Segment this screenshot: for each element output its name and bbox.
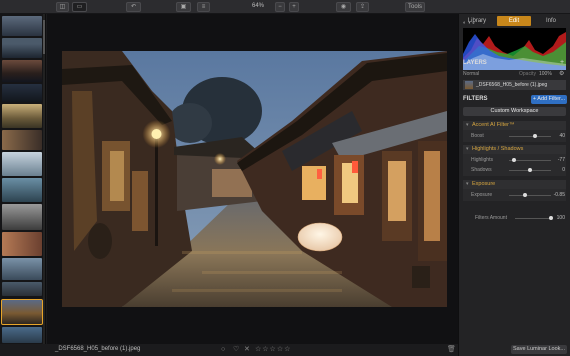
app-window: ◫ ▭ ↶ ▣ ≡ 64% − + ◉ ⇪ Tools _DSF6568_H05…: [0, 0, 570, 356]
slider-label: Exposure: [471, 192, 493, 198]
trash-icon[interactable]: 🗑: [447, 346, 456, 354]
thumbnail-selected[interactable]: [1, 299, 43, 325]
compare-button[interactable]: ◫: [56, 2, 69, 12]
collapse-icon: ▾: [466, 122, 469, 128]
single-view-button[interactable]: ▭: [72, 2, 87, 12]
zoom-value[interactable]: 64%: [252, 3, 264, 9]
slider-filters-amount[interactable]: Filters Amount 100: [475, 214, 565, 222]
filters-title[interactable]: FILTERS: [463, 96, 488, 102]
slider-value[interactable]: 40: [559, 133, 565, 139]
slider-boost[interactable]: Boost 40: [471, 132, 565, 140]
filter-header-accent-ai[interactable]: ▾ Accent AI Filter™: [463, 121, 566, 130]
top-toolbar: ◫ ▭ ↶ ▣ ≡ 64% − + ◉ ⇪ Tools: [0, 0, 570, 14]
workspace-dropdown[interactable]: Custom Workspace: [463, 107, 566, 116]
collapse-icon: ▾: [466, 181, 469, 187]
layer-settings-icon[interactable]: ⚙: [559, 70, 564, 77]
slider-label: Highlights: [471, 157, 493, 163]
eye-icon[interactable]: ◉: [336, 2, 351, 12]
filmstrip-scrollbar[interactable]: [43, 14, 45, 344]
layer-row[interactable]: _DSF6568_H05_before (1).jpeg: [463, 80, 566, 90]
collapse-icon: ▾: [466, 146, 469, 152]
thumbnail[interactable]: [2, 152, 42, 176]
tools-dropdown[interactable]: Tools: [405, 2, 425, 12]
slider-value[interactable]: 100: [557, 215, 565, 221]
thumbnail[interactable]: [2, 178, 42, 202]
filter-name: Accent AI Filter™: [472, 122, 515, 128]
tab-edit[interactable]: Edit: [497, 16, 531, 26]
layer-thumbnail: [465, 81, 473, 89]
slider-knob[interactable]: [533, 134, 538, 138]
thumbnail[interactable]: [2, 84, 42, 102]
slider-exposure[interactable]: Exposure -0.85: [471, 191, 565, 199]
slider-track[interactable]: [509, 136, 551, 137]
thumbnail[interactable]: [2, 204, 42, 230]
bottom-bar: _DSF6568_H05_before (1).jpeg ○ ♡ ✕ ☆☆☆☆☆…: [47, 344, 458, 356]
thumbnail[interactable]: [2, 282, 42, 296]
slider-label: Filters Amount: [475, 215, 507, 221]
slider-knob[interactable]: [512, 158, 517, 162]
thumbnail[interactable]: [2, 327, 42, 343]
filter-header-highlights-shadows[interactable]: ▾ Highlights / Shadows: [463, 145, 566, 154]
thumbnail[interactable]: [2, 60, 42, 82]
layer-name: _DSF6568_H05_before (1).jpeg: [476, 82, 548, 88]
slider-track[interactable]: [515, 218, 551, 219]
filter-name: Exposure: [472, 181, 496, 187]
file-name: _DSF6568_H05_before (1).jpeg: [55, 346, 141, 352]
slider-knob[interactable]: [522, 193, 527, 197]
thumbnail[interactable]: [2, 104, 42, 128]
slider-knob[interactable]: [549, 216, 553, 220]
layers-title[interactable]: LAYERS: [463, 60, 487, 66]
slider-label: Shadows: [471, 167, 492, 173]
scrollbar-thumb[interactable]: [43, 20, 45, 54]
opacity-label: Opacity: [519, 71, 536, 77]
flag-icon[interactable]: ✕: [244, 346, 250, 354]
crop-view-button[interactable]: ▣: [176, 2, 191, 12]
slider-value[interactable]: -77: [558, 157, 565, 163]
main-photo[interactable]: [62, 51, 447, 307]
heart-icon[interactable]: ♡: [233, 346, 239, 354]
export-icon[interactable]: ⇪: [356, 2, 369, 12]
thumbnail[interactable]: [2, 130, 42, 150]
thumbnail[interactable]: [2, 38, 42, 58]
opacity-value[interactable]: 100%: [539, 71, 552, 77]
thumbnail[interactable]: [2, 258, 42, 280]
filter-header-exposure[interactable]: ▾ Exposure: [463, 180, 566, 189]
slider-highlights[interactable]: Highlights -77: [471, 156, 565, 164]
tab-info[interactable]: Info: [533, 16, 569, 26]
slider-label: Boost: [471, 133, 484, 139]
image-canvas[interactable]: [47, 14, 458, 344]
slider-value[interactable]: 0: [562, 167, 565, 173]
zoom-out-button[interactable]: −: [275, 2, 285, 12]
history-button[interactable]: ↶: [126, 2, 141, 12]
slider-knob[interactable]: [528, 168, 532, 172]
split-view-button[interactable]: ≡: [197, 2, 210, 12]
save-look-button[interactable]: Save Luminar Look...: [511, 345, 567, 354]
filter-name: Highlights / Shadows: [472, 146, 524, 152]
thumbnail[interactable]: [2, 16, 42, 36]
rating-stars[interactable]: ☆☆☆☆☆: [255, 346, 291, 354]
edit-panel: Library Edit Info ◐ ◑ ◒ LAYERS + Normal …: [458, 14, 570, 356]
zoom-in-button[interactable]: +: [289, 2, 299, 12]
slider-track[interactable]: [509, 195, 551, 196]
reject-flag-icon[interactable]: ○: [221, 346, 225, 354]
add-layer-icon[interactable]: +: [560, 59, 564, 66]
filmstrip[interactable]: [0, 14, 46, 344]
thumbnail[interactable]: [2, 232, 42, 256]
slider-value[interactable]: -0.85: [554, 192, 565, 198]
histogram-toggle-icon[interactable]: ◐ ◑ ◒: [463, 20, 475, 26]
add-filter-button[interactable]: + Add Filter...: [531, 95, 567, 104]
blend-mode-select[interactable]: Normal: [463, 71, 479, 77]
slider-shadows[interactable]: Shadows 0: [471, 166, 565, 174]
